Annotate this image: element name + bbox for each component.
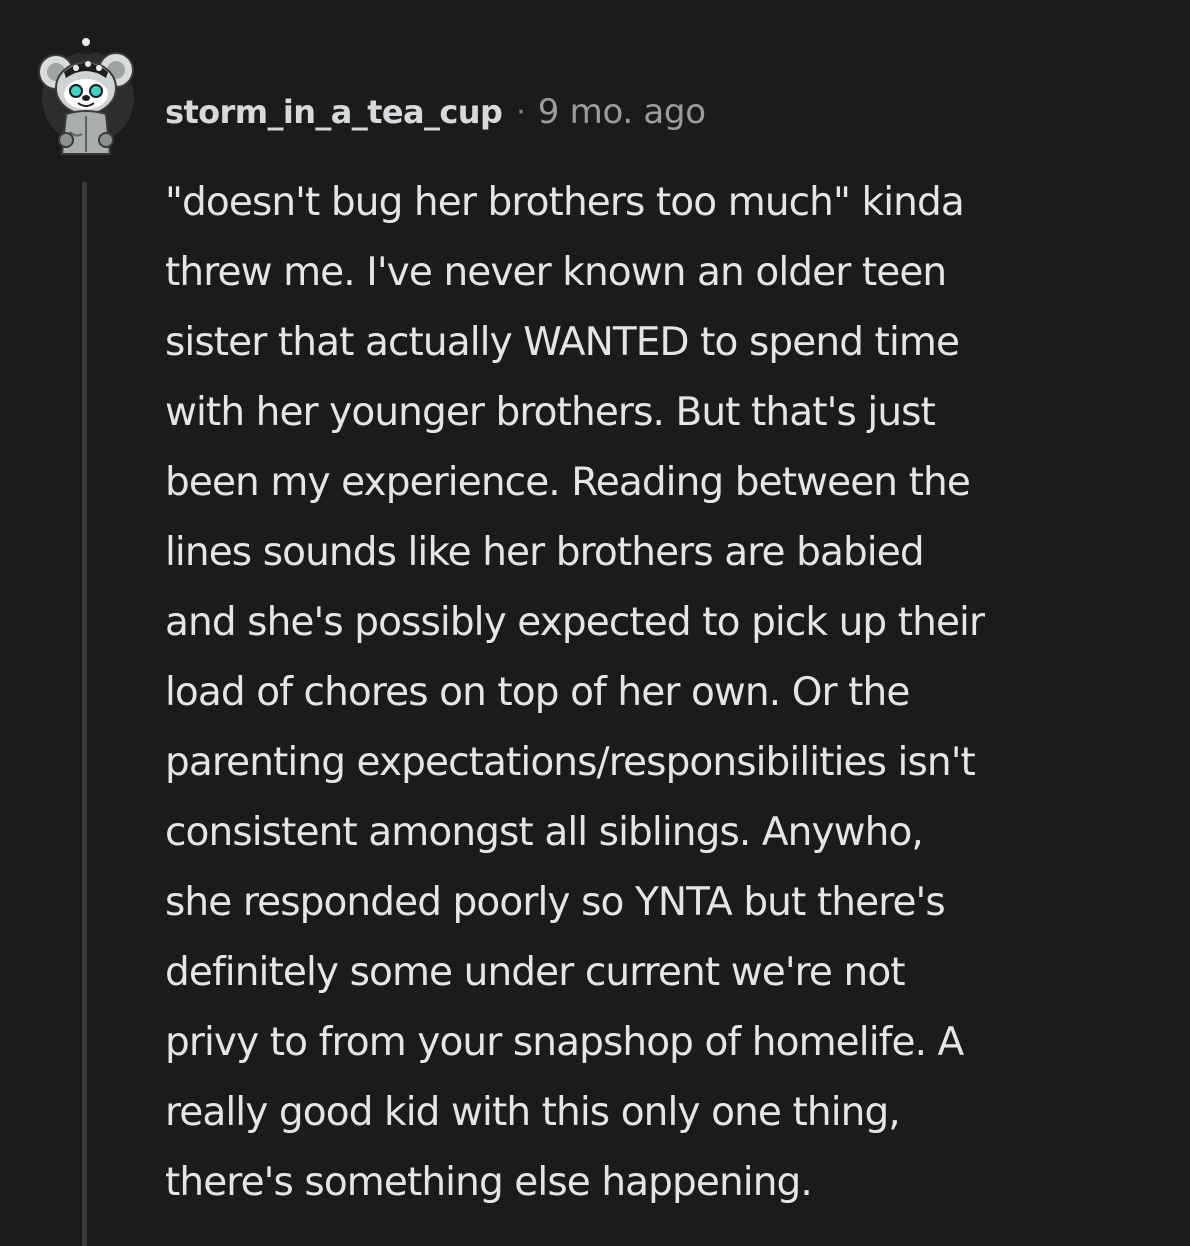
comment-body-line: definitely some under current we're not — [165, 950, 906, 995]
comment-body-line: "doesn't bug her brothers too much" kind… — [165, 180, 965, 225]
author-username[interactable]: storm_in_a_tea_cup — [165, 93, 503, 131]
comment-body-line: really good kid with this only one thing… — [165, 1090, 901, 1135]
comment-body-line: consistent amongst all siblings. Anywho, — [165, 810, 924, 855]
thread-collapse-line[interactable] — [82, 182, 87, 1246]
comment-body-line: there's something else happening. — [165, 1160, 813, 1205]
comment-body-line: threw me. I've never known an older teen — [165, 250, 947, 295]
avatar[interactable] — [36, 36, 136, 158]
comment-body-line: privy to from your snapshop of homelife.… — [165, 1020, 964, 1065]
comment-timestamp[interactable]: 9 mo. ago — [538, 92, 706, 132]
comment-body-line: load of chores on top of her own. Or the — [165, 670, 910, 715]
comment-body-line: sister that actually WANTED to spend tim… — [165, 320, 960, 365]
comment-body: "doesn't bug her brothers too much" kind… — [165, 168, 985, 1218]
comment-body-line: she responded poorly so YNTA but there's — [165, 880, 946, 925]
comment-body-line: parenting expectations/responsibilities … — [165, 740, 976, 785]
comment-meta: storm_in_a_tea_cup · 9 mo. ago — [165, 88, 706, 136]
comment-body-line: lines sounds like her brothers are babie… — [165, 530, 925, 575]
comment-body-line: and she's possibly expected to pick up t… — [165, 600, 985, 645]
comment-body-line: been my experience. Reading between the — [165, 460, 971, 505]
comment-body-line: with her younger brothers. But that's ju… — [165, 390, 936, 435]
meta-separator: · — [516, 94, 526, 130]
comment: storm_in_a_tea_cup · 9 mo. ago "doesn't … — [0, 0, 1190, 1246]
snoo-koala-avatar-icon — [38, 38, 134, 155]
